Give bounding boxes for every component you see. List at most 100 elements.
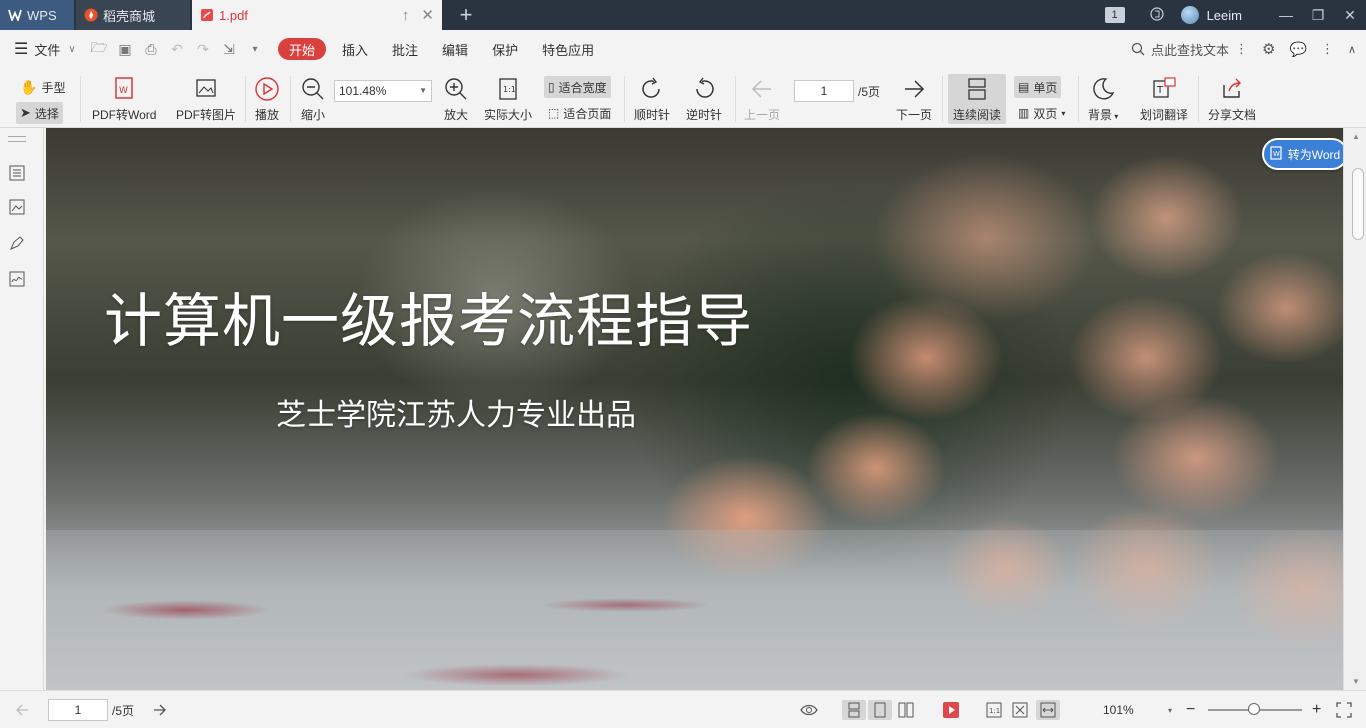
- close-window-icon[interactable]: ✕: [1334, 7, 1366, 24]
- vertical-scrollbar[interactable]: ▲ ▼: [1343, 128, 1366, 690]
- zoom-out-label: 缩小: [300, 108, 325, 122]
- print-icon[interactable]: ⎙: [142, 41, 160, 58]
- export-icon[interactable]: ⇲: [220, 41, 238, 58]
- hand-tool-button[interactable]: ✋ 手型: [16, 76, 69, 98]
- convert-to-word-label: 转为Word: [1287, 147, 1341, 162]
- sidebar-collapse-handle[interactable]: [8, 136, 26, 142]
- rotate-counterclockwise-label: 逆时针: [686, 108, 723, 122]
- translate-button[interactable]: T 划词翻译: [1140, 74, 1188, 123]
- scrollbar-thumb[interactable]: [1352, 168, 1364, 240]
- menu-edit[interactable]: 编辑: [430, 38, 480, 60]
- fit-width-status-icon[interactable]: [1036, 700, 1060, 720]
- undo-icon[interactable]: ↶: [168, 41, 186, 58]
- scroll-up-icon[interactable]: ▲: [1352, 132, 1360, 141]
- user-account[interactable]: Leeim: [1180, 6, 1242, 24]
- zoom-plus-icon[interactable]: +: [1312, 700, 1321, 720]
- window-count-badge[interactable]: 1: [1104, 7, 1125, 23]
- status-prev-page-icon[interactable]: [14, 700, 30, 720]
- annotation-icon[interactable]: [8, 234, 26, 252]
- skin-icon[interactable]: [1143, 6, 1171, 24]
- status-next-page-icon[interactable]: [152, 700, 168, 720]
- tab-label: WPS: [27, 7, 57, 23]
- pdf-to-word-button[interactable]: W PDF转Word: [92, 74, 156, 123]
- play-button[interactable]: 播放: [254, 74, 280, 123]
- menu-features[interactable]: 特色应用: [530, 38, 606, 60]
- thumbnail-icon[interactable]: [8, 198, 26, 216]
- actual-size-button[interactable]: 1:1 实际大小: [484, 74, 532, 123]
- cursor-icon: ➤: [20, 105, 31, 120]
- menu-annotate[interactable]: 批注: [380, 38, 430, 60]
- hamburger-icon: ☰: [14, 41, 29, 58]
- chat-icon[interactable]: 💬: [1290, 41, 1307, 58]
- zoom-slider[interactable]: [1208, 703, 1302, 715]
- close-tab-icon[interactable]: ✕: [421, 6, 434, 24]
- fit-page-status-icon[interactable]: [1012, 700, 1028, 720]
- outline-icon[interactable]: [8, 164, 26, 182]
- convert-to-word-button[interactable]: W 转为Word: [1262, 138, 1343, 170]
- open-folder-icon[interactable]: 🗁: [90, 37, 108, 61]
- double-page-icon: ▥: [1018, 106, 1030, 120]
- zoom-dropdown-icon[interactable]: ▾: [1168, 700, 1172, 720]
- zoom-slider-knob[interactable]: [1248, 703, 1260, 715]
- new-tab-button[interactable]: +: [452, 0, 480, 30]
- scroll-down-icon[interactable]: ▼: [1352, 677, 1360, 686]
- slideshow-play-icon[interactable]: [942, 700, 960, 720]
- menu-home[interactable]: 开始: [278, 38, 327, 60]
- background-button[interactable]: 背景 ▾: [1088, 74, 1118, 123]
- view-single-icon[interactable]: [842, 700, 866, 720]
- continuous-reading-button[interactable]: 连续阅读: [953, 74, 1001, 123]
- redo-icon[interactable]: ↷: [194, 41, 212, 58]
- previous-page-button[interactable]: 上一页: [744, 74, 780, 123]
- continuous-reading-label: 连续阅读: [953, 108, 1002, 122]
- view-page-icon[interactable]: [868, 700, 892, 720]
- single-page-label: 单页: [1033, 80, 1058, 95]
- more-options-icon[interactable]: ⋮: [1321, 41, 1334, 57]
- zoom-minus-icon[interactable]: −: [1186, 700, 1195, 720]
- double-page-button[interactable]: ▥ 双页 ▾: [1014, 102, 1069, 124]
- menu-bar: ☰ 文件 ∨ 🗁 ▣ ⎙ ↶ ↷ ⇲ ▾ 开始 插入 批注 编辑 保护 特色应用…: [0, 30, 1366, 68]
- page-number-input[interactable]: 1: [794, 80, 854, 102]
- pdf-to-image-button[interactable]: PDF转图片: [176, 74, 236, 123]
- single-page-icon: ▤: [1018, 80, 1030, 94]
- fit-width-button[interactable]: ▯ 适合宽度: [544, 76, 611, 98]
- pin-tab-icon[interactable]: ↑: [402, 7, 410, 24]
- restore-icon[interactable]: ❐: [1302, 7, 1334, 24]
- fullscreen-icon[interactable]: [1336, 700, 1352, 720]
- svg-text:W: W: [1273, 150, 1280, 158]
- zoom-out-button[interactable]: 缩小: [300, 74, 326, 123]
- view-double-icon[interactable]: [896, 700, 916, 720]
- status-page-input[interactable]: 1: [48, 699, 108, 721]
- status-zoom-value[interactable]: 101%: [1103, 700, 1134, 720]
- flame-icon: [84, 8, 98, 22]
- settings-icon[interactable]: ⚙: [1262, 40, 1275, 58]
- user-name: Leeim: [1206, 7, 1242, 23]
- file-menu-label: 文件: [34, 42, 61, 58]
- select-tool-button[interactable]: ➤ 选择: [16, 102, 63, 124]
- fit-page-button[interactable]: ⬚ 适合页面: [544, 102, 615, 124]
- arrow-right-icon: [901, 74, 927, 104]
- left-sidebar: [0, 128, 44, 690]
- tab-wps-home[interactable]: WPS: [0, 0, 74, 30]
- rotate-counterclockwise-button[interactable]: 逆时针: [686, 74, 722, 123]
- file-menu-button[interactable]: ☰ 文件 ∨: [0, 39, 90, 59]
- next-page-button[interactable]: 下一页: [896, 74, 932, 123]
- rotate-clockwise-button[interactable]: 顺时针: [634, 74, 670, 123]
- eye-protection-icon[interactable]: [800, 700, 818, 720]
- pdf-page-view[interactable]: 计算机一级报考流程指导 芝士学院江苏人力专业出品 W 转为Word: [46, 128, 1343, 690]
- zoom-in-button[interactable]: 放大: [443, 74, 469, 123]
- signature-icon[interactable]: [8, 270, 26, 288]
- minimize-icon[interactable]: —: [1270, 7, 1302, 23]
- single-page-button[interactable]: ▤ 单页: [1014, 76, 1062, 98]
- menu-protect[interactable]: 保护: [480, 38, 530, 60]
- zoom-level-select[interactable]: 101.48% ▼: [334, 80, 432, 102]
- share-document-button[interactable]: 分享文档: [1208, 74, 1256, 123]
- actual-size-status-icon[interactable]: 1:1: [986, 700, 1002, 720]
- more-quick-icon[interactable]: ▾: [246, 44, 264, 55]
- collapse-ribbon-icon[interactable]: ∧: [1348, 43, 1356, 56]
- tab-docer-store[interactable]: 稻壳商城: [76, 0, 190, 30]
- tab-pdf-document[interactable]: 1.pdf ↑ ✕: [192, 0, 442, 30]
- save-icon[interactable]: ▣: [116, 41, 134, 58]
- hand-tool-label: 手型: [41, 80, 66, 95]
- menu-insert[interactable]: 插入: [330, 38, 380, 60]
- find-text-button[interactable]: 点此查找文本 ⋮: [1131, 40, 1248, 59]
